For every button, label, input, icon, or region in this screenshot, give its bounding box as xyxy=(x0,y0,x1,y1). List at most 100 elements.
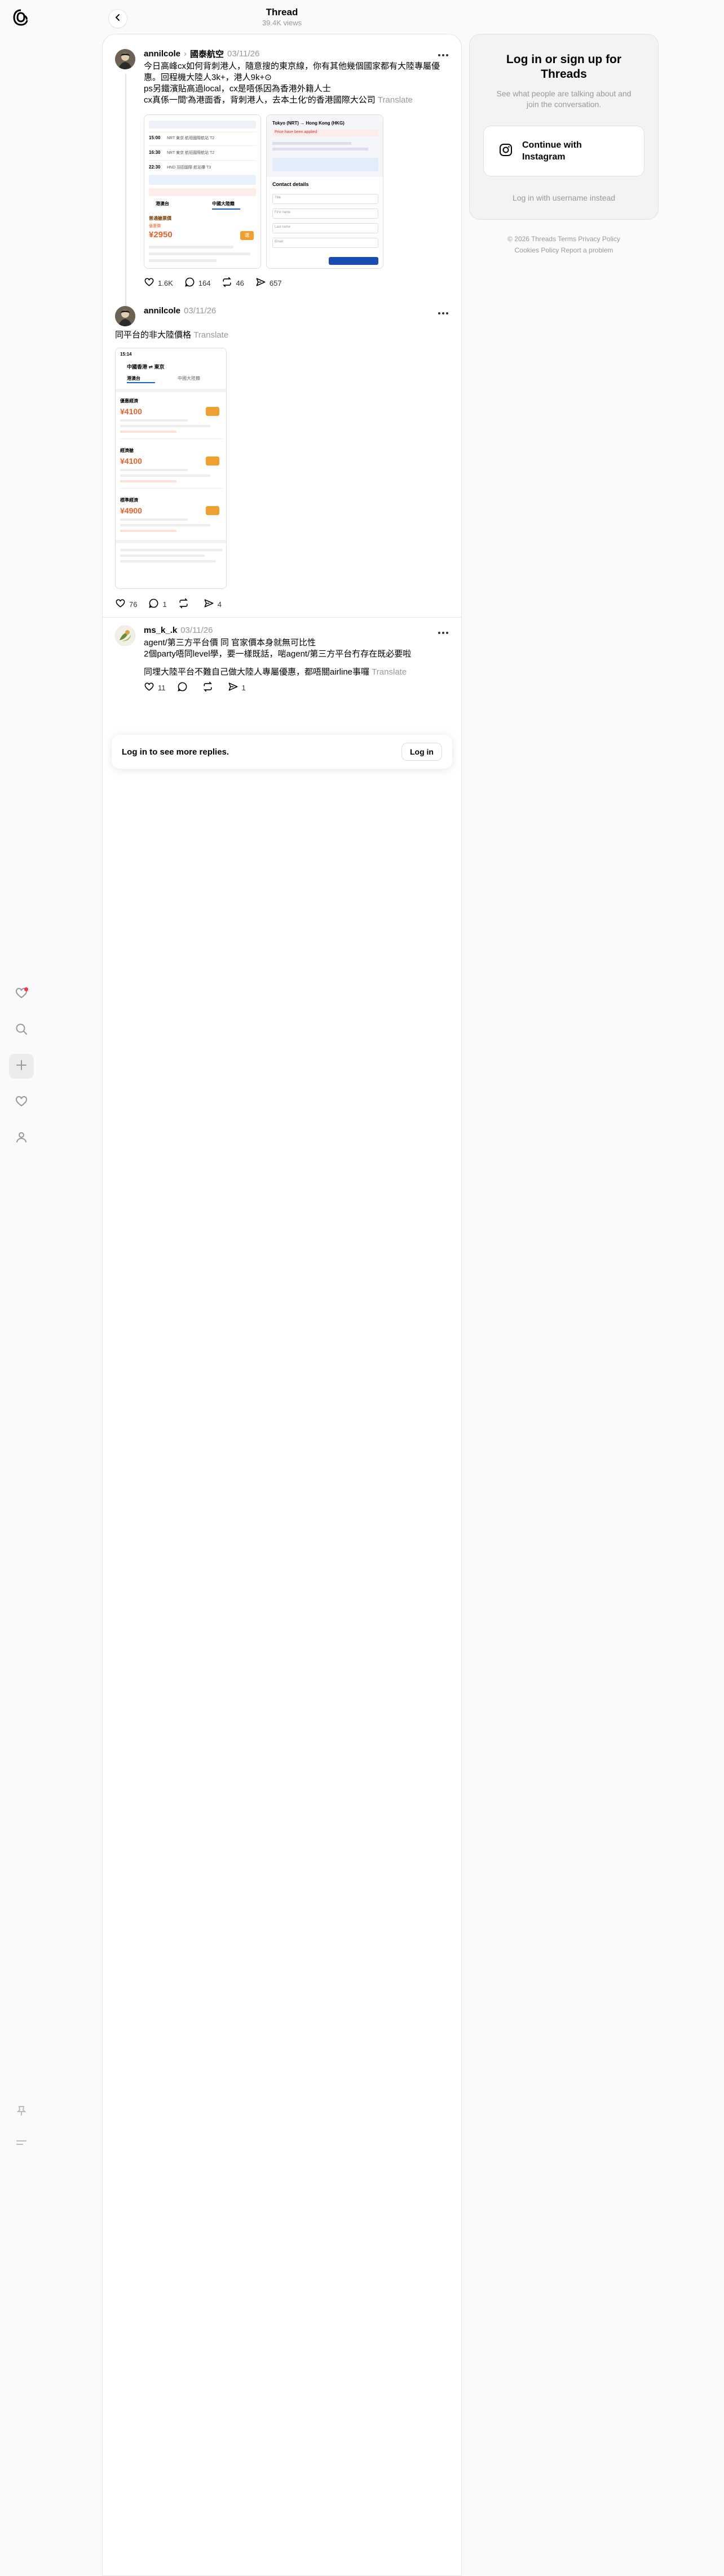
post-text: agent/第三方平台價 同 官家價本身就無可比性 2個party唔同level… xyxy=(144,637,448,678)
like-count: 1.6K xyxy=(158,278,173,287)
reply-button[interactable] xyxy=(177,681,191,694)
like-button[interactable]: 1.6K xyxy=(144,277,173,289)
promo-label: 優惠價 xyxy=(149,224,161,228)
instagram-icon xyxy=(498,143,513,160)
footer-line-1[interactable]: © 2026 Threads Terms Privacy Policy xyxy=(469,233,659,245)
fare-label: 標準經濟 xyxy=(120,498,138,503)
avatar[interactable] xyxy=(115,306,135,326)
flight-info: NRT 東京 航班國際航站 T2 xyxy=(167,151,215,155)
timestamp[interactable]: 03/11/26 xyxy=(180,626,213,635)
repost-icon xyxy=(202,681,213,694)
continue-with-instagram-button[interactable]: Continue with Instagram xyxy=(483,126,644,176)
like-button[interactable]: 11 xyxy=(144,681,166,694)
tab-hk-macau-tw: 港澳台 xyxy=(127,376,140,381)
plus-icon xyxy=(15,1058,28,1075)
post-actions: 1.6K 164 46 657 xyxy=(144,277,282,289)
price-alert: Price have been applied xyxy=(275,130,317,134)
post-line: 2個party唔同level學，要一樣既話，啱agent/第三方平台冇存在既必要… xyxy=(144,649,412,659)
pin-icon xyxy=(15,2104,28,2121)
post-actions: 76 1 4 xyxy=(115,598,222,610)
post-text: 今日高峰cx如何背刺港人，隨意搜的東京線，你有其他幾個國家都有大陸專屬優 惠。回… xyxy=(144,61,448,106)
form-field: Title xyxy=(272,194,378,204)
post-line: agent/第三方平台價 同 官家價本身就無可比性 xyxy=(144,638,316,648)
price: ¥4100 xyxy=(120,407,142,416)
post-line: 惠。回程機大陸人3k+，港人9k+⊙ xyxy=(144,73,272,82)
more-options-button[interactable] xyxy=(436,48,450,61)
send-icon xyxy=(228,681,239,694)
share-button[interactable]: 1 xyxy=(228,681,246,694)
login-button[interactable]: Log in xyxy=(401,743,442,761)
login-panel: Log in or sign up for Threads See what p… xyxy=(469,34,659,220)
form-field: Last name xyxy=(272,223,378,233)
form-field: Email xyxy=(272,238,378,248)
menu-nav-button[interactable] xyxy=(9,2131,34,2156)
search-icon xyxy=(15,1022,28,1039)
share-button[interactable]: 4 xyxy=(204,598,222,610)
repost-icon xyxy=(222,277,232,289)
post-text: 同平台的非大陸價格 Translate xyxy=(115,330,448,341)
translate-link[interactable]: Translate xyxy=(193,330,228,340)
username[interactable]: ms_k_.k xyxy=(144,626,177,635)
heart-icon xyxy=(144,277,154,289)
search-nav-button[interactable] xyxy=(9,1018,34,1043)
likes-nav-button[interactable] xyxy=(9,1090,34,1115)
activity-nav-button[interactable] xyxy=(9,982,34,1007)
profile-nav-button[interactable] xyxy=(9,1126,34,1151)
form-field: First name xyxy=(272,209,378,219)
username[interactable]: annilcole xyxy=(144,49,180,59)
username-login-link[interactable]: Log in with username instead xyxy=(470,193,658,202)
more-options-button[interactable] xyxy=(436,306,450,320)
avatar[interactable] xyxy=(115,626,135,646)
post-image-booking-form[interactable]: Tokyo (NRT) → Hong Kong (HKG) Price have… xyxy=(266,114,383,269)
fare-label: 優惠經濟 xyxy=(120,398,138,404)
contact-section-title: Contact details xyxy=(272,181,309,187)
fare-label: 經濟艙 xyxy=(120,448,134,453)
footer-line-2[interactable]: Cookies Policy Report a problem xyxy=(469,245,659,256)
like-button[interactable]: 76 xyxy=(115,598,137,610)
comment-icon xyxy=(148,598,159,610)
repost-button[interactable] xyxy=(202,681,217,694)
share-count: 657 xyxy=(269,278,282,287)
send-icon xyxy=(255,277,266,289)
select-button: 選 xyxy=(240,231,254,240)
post-line: 今日高峰cx如何背刺港人，隨意搜的東京線，你有其他幾個國家都有大陸專屬優 xyxy=(144,61,440,71)
pin-nav-button[interactable] xyxy=(9,2100,34,2125)
create-nav-button[interactable] xyxy=(9,1054,34,1079)
price: ¥2950 xyxy=(149,230,173,240)
thread-column: annilcole › 國泰航空 03/11/26 今日高峰cx如何背刺港人，隨… xyxy=(102,34,462,2576)
menu-icon xyxy=(15,2136,28,2152)
topic-tag[interactable]: 國泰航空 xyxy=(190,48,224,60)
share-button[interactable]: 657 xyxy=(255,277,282,289)
post-line: ps另鐵濱貼高過local，cx是唔係因為香港外籍人士 xyxy=(144,84,331,94)
flight-info: HND 羽田國際 航站樓 T3 xyxy=(167,166,211,170)
flight-time: 16:30 xyxy=(149,150,161,155)
status-time: 15:14 xyxy=(120,352,132,357)
translate-link[interactable]: Translate xyxy=(372,667,407,677)
heart-icon xyxy=(115,598,126,610)
divider xyxy=(103,617,461,618)
username[interactable]: annilcole xyxy=(144,306,180,316)
timestamp[interactable]: 03/11/26 xyxy=(184,306,216,316)
repost-button[interactable] xyxy=(178,598,192,610)
repost-count: 46 xyxy=(236,278,244,287)
send-icon xyxy=(204,598,214,610)
price: ¥4900 xyxy=(120,506,142,515)
post-image-flight-list[interactable]: 15:00 NRT 東京 航班國際航站 T2 16:30 NRT 東京 航班國際… xyxy=(144,114,261,269)
repost-icon xyxy=(178,598,189,610)
panel-subtitle: See what people are talking about and jo… xyxy=(496,89,632,109)
tab-hk-macau-tw: 港澳台 xyxy=(156,201,169,206)
avatar[interactable] xyxy=(115,49,135,69)
repost-button[interactable]: 46 xyxy=(222,277,244,289)
post-image-fare-list[interactable]: 15:14 中國香港 ⇌ 東京 港澳台 中國大陸籍 優惠經濟 ¥4100 經濟艙… xyxy=(115,348,227,589)
ellipsis-icon xyxy=(438,308,449,318)
panel-title: Log in or sign up for Threads xyxy=(506,53,622,81)
timestamp[interactable]: 03/11/26 xyxy=(227,49,259,59)
reply-button[interactable]: 1 xyxy=(148,598,167,610)
person-icon xyxy=(15,1130,28,1147)
post-line: cx真係一間'為港面香，背刺港人，去本土化'的香港國際大公司 xyxy=(144,95,376,105)
reply-button[interactable]: 164 xyxy=(184,277,210,289)
translate-link[interactable]: Translate xyxy=(378,95,413,105)
notification-dot xyxy=(24,987,28,991)
like-count: 11 xyxy=(158,683,166,692)
page-title: Thread xyxy=(266,7,298,17)
